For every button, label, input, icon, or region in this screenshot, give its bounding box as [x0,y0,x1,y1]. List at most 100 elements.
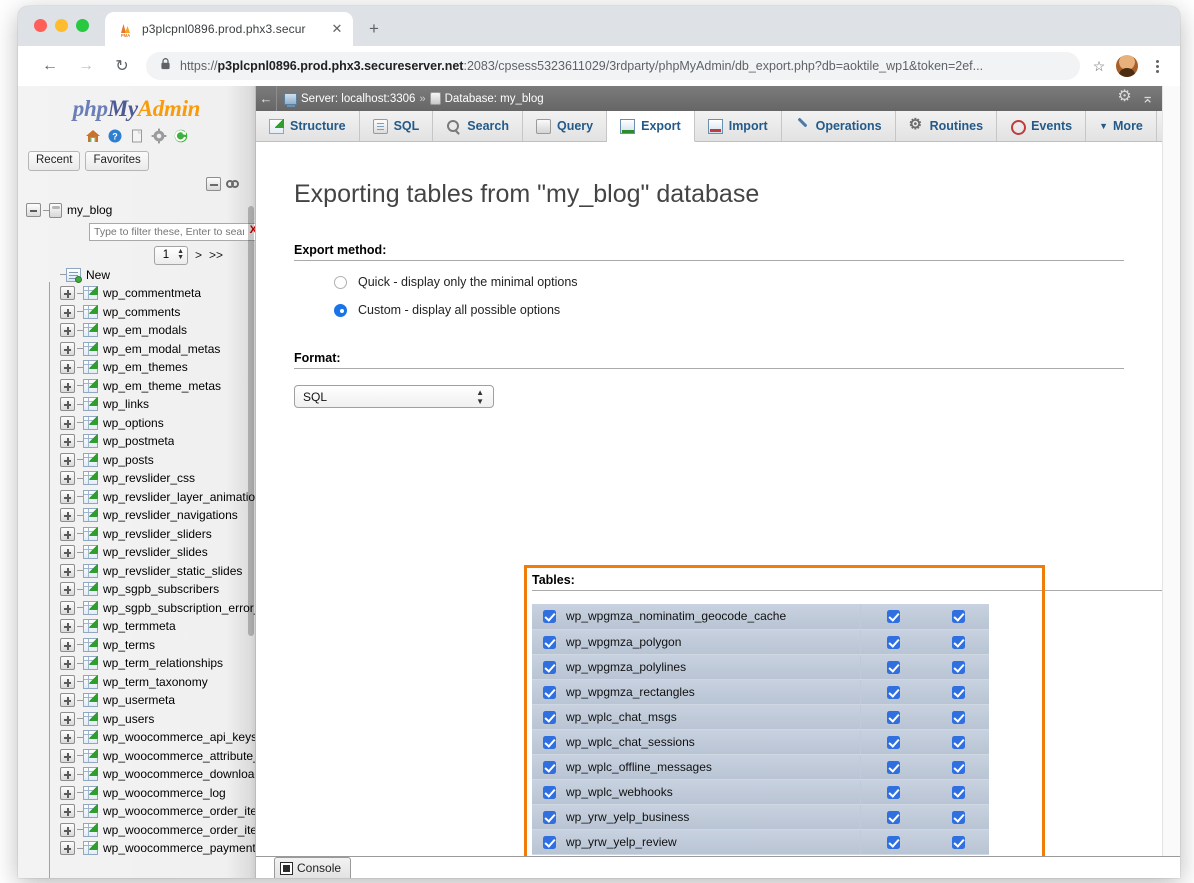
expand-table-icon[interactable] [60,305,75,319]
collapse-database-icon[interactable] [26,203,41,217]
table-row[interactable]: wp_wplc_chat_sessions [532,729,989,754]
table-data-cell[interactable] [927,754,989,779]
table-data-cell[interactable] [927,679,989,704]
table-structure-cell[interactable] [860,654,927,679]
last-page-button[interactable]: >> [209,248,223,262]
expand-table-icon[interactable] [60,545,75,559]
table-structure-cell[interactable] [860,604,927,629]
table-data-cell[interactable] [927,704,989,729]
sidebar-table-item[interactable]: wp_posts [34,451,255,470]
table-row[interactable]: wp_wplc_chat_msgs [532,704,989,729]
checkbox-table-select[interactable] [543,610,556,623]
phpmyadmin-logo[interactable]: phpMyAdmin [18,96,255,122]
tab-structure[interactable]: Structure [256,111,360,141]
expand-table-icon[interactable] [60,656,75,670]
sidebar-table-item[interactable]: wp_woocommerce_payment_ [34,839,255,858]
table-data-cell[interactable] [927,779,989,804]
table-select-cell[interactable] [532,779,566,804]
table-structure-cell[interactable] [860,679,927,704]
checkbox-table-select[interactable] [543,636,556,649]
checkbox-table-structure[interactable] [887,686,900,699]
checkbox-table-select[interactable] [543,761,556,774]
checkbox-table-data[interactable] [952,836,965,849]
table-row[interactable]: wp_wpgmza_polylines [532,654,989,679]
radio-quick[interactable] [334,276,347,289]
expand-table-icon[interactable] [60,730,75,744]
table-data-cell[interactable] [927,729,989,754]
checkbox-table-data[interactable] [952,610,965,623]
tab-query[interactable]: Query [523,111,607,141]
checkbox-table-data[interactable] [952,811,965,824]
checkbox-table-data[interactable] [952,711,965,724]
checkbox-table-data[interactable] [952,736,965,749]
expand-table-icon[interactable] [60,638,75,652]
expand-table-icon[interactable] [60,471,75,485]
settings-gear-icon[interactable] [151,128,167,144]
export-method-quick-option[interactable]: Quick - display only the minimal options [334,275,1162,289]
expand-table-icon[interactable] [60,527,75,541]
expand-table-icon[interactable] [60,749,75,763]
sidebar-table-item[interactable]: wp_revslider_css [34,469,255,488]
sidebar-table-item[interactable]: wp_termmeta [34,617,255,636]
table-select-cell[interactable] [532,704,566,729]
breadcrumb-database[interactable]: Database: my_blog [430,92,544,105]
sidebar-table-item[interactable]: wp_options [34,414,255,433]
table-structure-cell[interactable] [860,804,927,829]
close-tab-button[interactable]: ✕ [329,21,345,37]
expand-table-icon[interactable] [60,342,75,356]
checkbox-table-select[interactable] [543,736,556,749]
expand-table-icon[interactable] [60,323,75,337]
sidebar-table-item[interactable]: wp_comments [34,303,255,322]
checkbox-table-structure[interactable] [887,711,900,724]
sidebar-table-item[interactable]: wp_terms [34,636,255,655]
tab-sql[interactable]: SQL [360,111,434,141]
sidebar-table-item[interactable]: wp_woocommerce_order_iter [34,802,255,821]
console-toggle-button[interactable]: Console [274,857,351,878]
table-structure-cell[interactable] [860,754,927,779]
radio-custom[interactable] [334,304,347,317]
browser-menu-button[interactable] [1146,58,1168,75]
close-window-button[interactable] [34,19,47,32]
sidebar-table-item[interactable]: wp_em_theme_metas [34,377,255,396]
docs-icon[interactable] [129,128,145,144]
expand-table-icon[interactable] [60,712,75,726]
table-data-cell[interactable] [927,804,989,829]
tab-more[interactable]: ▼More [1086,111,1157,141]
expand-table-icon[interactable] [60,416,75,430]
back-button[interactable]: ← [36,52,64,80]
tab-export[interactable]: Export [607,111,695,142]
main-panel-scrollbar[interactable] [1162,86,1180,878]
favorites-tab-button[interactable]: Favorites [85,151,148,171]
sidebar-table-item[interactable]: wp_woocommerce_order_iter [34,821,255,840]
table-select-cell[interactable] [532,754,566,779]
sidebar-table-item[interactable]: wp_revslider_static_slides [34,562,255,581]
sidebar-table-item[interactable]: wp_woocommerce_api_keys [34,728,255,747]
sidebar-scrollbar[interactable] [247,86,255,878]
expand-table-icon[interactable] [60,434,75,448]
reload-button[interactable]: ↻ [108,52,136,80]
sidebar-table-item[interactable]: wp_woocommerce_attribute_ [34,747,255,766]
expand-table-icon[interactable] [60,360,75,374]
table-data-cell[interactable] [927,654,989,679]
sidebar-table-item[interactable]: wp_users [34,710,255,729]
expand-table-icon[interactable] [60,286,75,300]
collapse-icon[interactable]: ⌅ [1141,92,1154,106]
tab-import[interactable]: Import [695,111,782,141]
maximize-window-button[interactable] [76,19,89,32]
sidebar-table-item[interactable]: wp_term_relationships [34,654,255,673]
tab-operations[interactable]: Operations [782,111,896,141]
sidebar-page-select[interactable]: 1▲▼ [154,246,188,265]
table-row[interactable]: wp_yrw_yelp_review [532,829,989,854]
table-structure-cell[interactable] [860,779,927,804]
expand-table-icon[interactable] [60,453,75,467]
sidebar-table-item[interactable]: wp_commentmeta [34,284,255,303]
checkbox-table-data[interactable] [952,686,965,699]
profile-avatar[interactable] [1116,55,1138,77]
table-structure-cell[interactable] [860,629,927,654]
sidebar-new-table[interactable]: New [34,266,255,285]
checkbox-table-structure[interactable] [887,761,900,774]
table-row[interactable]: wp_yrw_yelp_business [532,804,989,829]
checkbox-table-select[interactable] [543,661,556,674]
tab-events[interactable]: Events [997,111,1086,141]
sidebar-table-item[interactable]: wp_revslider_sliders [34,525,255,544]
